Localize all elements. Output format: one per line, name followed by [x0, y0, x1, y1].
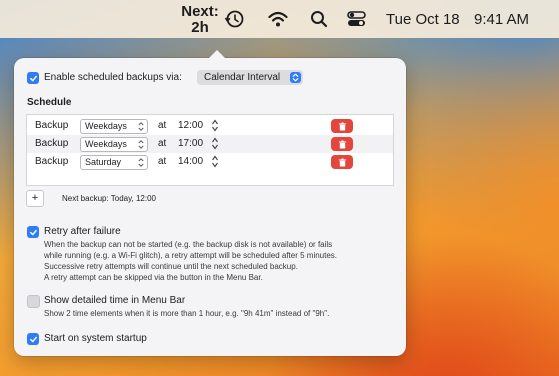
- time-machine-icon[interactable]: [223, 9, 245, 29]
- chevron-up-down-icon: [138, 122, 144, 131]
- time-field[interactable]: 14:00: [178, 156, 203, 167]
- at-label: at: [158, 138, 167, 149]
- popover-arrow: [208, 50, 226, 59]
- start-on-startup-checkbox[interactable]: [27, 333, 39, 345]
- day-value: Saturday: [85, 157, 122, 167]
- retry-description-line: Successive retry attempts will continue …: [44, 262, 298, 271]
- delete-row-button[interactable]: [331, 155, 353, 169]
- schedule-table: Backup Weekdays at 12:00 Backup Weekdays…: [26, 114, 394, 186]
- delete-row-button[interactable]: [331, 137, 353, 151]
- time-stepper[interactable]: [211, 154, 219, 169]
- retry-description: When the backup can not be started (e.g.…: [44, 239, 337, 283]
- next-backup-status-item[interactable]: Next: 2h: [180, 4, 220, 36]
- time-field[interactable]: 17:00: [178, 138, 203, 149]
- schedule-method-popup[interactable]: Calendar Interval: [197, 70, 303, 85]
- retry-description-line: A retry attempt can be skipped via the b…: [44, 273, 263, 282]
- chevron-up-down-icon: [138, 158, 144, 167]
- wifi-icon[interactable]: [267, 9, 289, 29]
- trash-icon: [338, 158, 346, 167]
- schedule-row: Backup Weekdays at 17:00: [27, 135, 393, 153]
- day-select[interactable]: Weekdays: [80, 137, 148, 152]
- day-value: Weekdays: [85, 121, 127, 131]
- enable-scheduled-backups-label: Enable scheduled backups via:: [44, 72, 182, 83]
- schedule-row: Backup Weekdays at 12:00: [27, 117, 393, 135]
- menubar-date[interactable]: Tue Oct 18: [386, 11, 460, 28]
- schedule-section-title: Schedule: [27, 97, 72, 108]
- day-select[interactable]: Saturday: [80, 155, 148, 170]
- time-stepper[interactable]: [211, 136, 219, 151]
- next-value: 2h: [191, 19, 209, 36]
- control-center-icon[interactable]: [346, 9, 368, 29]
- backup-settings-panel: Enable scheduled backups via: Calendar I…: [14, 50, 406, 356]
- trash-icon: [338, 140, 346, 149]
- trash-icon: [338, 122, 346, 131]
- row-label: Backup: [35, 138, 69, 149]
- delete-row-button[interactable]: [331, 119, 353, 133]
- day-select[interactable]: Weekdays: [80, 119, 148, 134]
- menu-bar: Next: 2h Tue Oct 18 9:41 AM: [0, 0, 559, 38]
- at-label: at: [158, 156, 167, 167]
- at-label: at: [158, 120, 167, 131]
- start-on-startup-label: Start on system startup: [44, 333, 147, 344]
- next-label: Next:: [181, 3, 219, 20]
- time-stepper[interactable]: [211, 118, 219, 133]
- time-field[interactable]: 12:00: [178, 120, 203, 131]
- popup-chevrons-icon: [290, 72, 301, 83]
- retry-after-failure-checkbox[interactable]: [27, 226, 39, 238]
- show-detailed-time-description: Show 2 time elements when it is more tha…: [44, 309, 330, 318]
- row-label: Backup: [35, 120, 69, 131]
- next-backup-info: Next backup: Today, 12:00: [62, 194, 156, 203]
- add-schedule-button[interactable]: +: [26, 190, 44, 207]
- retry-description-line: while running (e.g. a Wi-Fi glitch), a r…: [44, 251, 338, 260]
- search-icon[interactable]: [308, 9, 330, 29]
- day-value: Weekdays: [85, 139, 127, 149]
- row-label: Backup: [35, 156, 69, 167]
- schedule-row: Backup Saturday at 14:00: [27, 153, 393, 171]
- menubar-time[interactable]: 9:41 AM: [474, 11, 529, 28]
- chevron-up-down-icon: [138, 140, 144, 149]
- enable-scheduled-backups-checkbox[interactable]: [27, 72, 39, 84]
- retry-after-failure-label: Retry after failure: [44, 226, 121, 237]
- show-detailed-time-checkbox[interactable]: [27, 295, 40, 308]
- retry-description-line: When the backup can not be started (e.g.…: [44, 240, 333, 249]
- schedule-method-value: Calendar Interval: [204, 72, 281, 83]
- show-detailed-time-label: Show detailed time in Menu Bar: [44, 295, 186, 306]
